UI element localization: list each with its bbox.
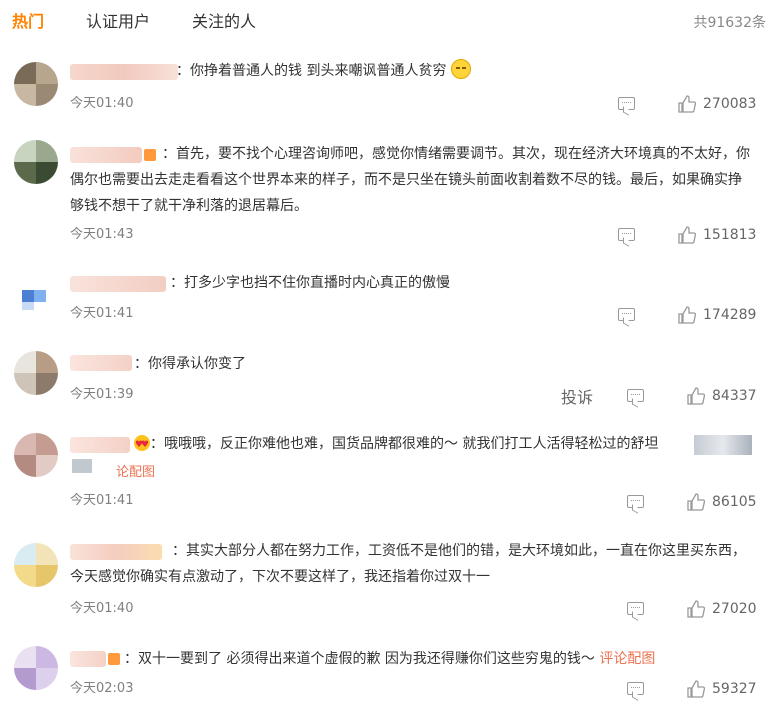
comment-item: ：哦哦哦，反正你难他也难，国货品牌都很难的～ 就我们打工人活得轻松过的舒坦 论配… (0, 425, 778, 520)
comment-text: ：你挣着普通人的钱 到头来嘲讽普通人贫穷 (176, 58, 754, 84)
like-count: 84337 (712, 388, 757, 404)
like-count: 27020 (712, 601, 757, 617)
comment-text: ：哦哦哦，反正你难他也难，国货品牌都很难的～ 就我们打工人活得轻松过的舒坦 (134, 431, 754, 458)
comment-item: ：首先，要不找个心理咨询师吧，感觉你情绪需要调节。其次，现在经济大环境真的不太好… (0, 135, 778, 245)
comment-time: 今天01:41 (70, 306, 134, 321)
avatar[interactable] (14, 433, 58, 477)
blurred-content (694, 435, 752, 455)
comment-time: 今天01:39 (70, 387, 134, 402)
username-blurred[interactable] (70, 64, 178, 80)
comment-time: 今天01:40 (70, 96, 134, 111)
reply-icon[interactable] (618, 308, 635, 321)
comment-item: ：双十一要到了 必须得出来道个虚假的歉 因为我还得赚你们这些穷鬼的钱～ 评论配图… (0, 640, 778, 720)
like-icon[interactable] (687, 600, 705, 618)
reply-icon[interactable] (627, 682, 644, 695)
like-icon[interactable] (687, 387, 705, 405)
comment-text: ：其实大部分人都在努力工作，工资低不是他们的错，是大环境如此，一直在你这里买东西… (70, 543, 746, 585)
comment-tabs: 热门 认证用户 关注的人 共91632条 (0, 0, 778, 40)
tab-following[interactable]: 关注的人 (192, 8, 256, 32)
reply-icon[interactable] (627, 602, 644, 615)
comment-time: 今天01:43 (70, 227, 134, 242)
tab-verified-users[interactable]: 认证用户 (86, 8, 150, 32)
like-count: 174289 (703, 307, 757, 323)
username-blurred[interactable] (70, 651, 106, 667)
comment-text: ：你得承认你变了 (134, 356, 246, 372)
avatar[interactable] (14, 543, 58, 587)
like-count: 59327 (712, 681, 757, 697)
tab-hot[interactable]: 热门 (12, 8, 44, 32)
like-icon[interactable] (687, 493, 705, 511)
reply-icon[interactable] (627, 389, 644, 402)
face-emoji-icon (450, 59, 471, 79)
total-comment-count: 共91632条 (693, 15, 766, 31)
avatar[interactable] (14, 140, 58, 184)
comment-time: 今天01:41 (70, 493, 134, 508)
comment-item: ：其实大部分人都在努力工作，工资低不是他们的错，是大环境如此，一直在你这里买东西… (0, 538, 778, 628)
comment-image-link[interactable]: 评论配图 (599, 651, 655, 667)
like-count: 151813 (703, 227, 757, 243)
blurred-content (72, 459, 92, 473)
comment-item: ：你得承认你变了 今天01:39 投诉 84337 (0, 343, 778, 413)
reply-icon[interactable] (627, 495, 644, 508)
avatar[interactable] (14, 62, 58, 106)
comment-text: ：首先，要不找个心理咨询师吧，感觉你情绪需要调节。其次，现在经济大环境真的不太好… (70, 146, 750, 214)
comment-item: ：打多少字也挡不住你直播时内心真正的傲慢 今天01:41 174289 (0, 262, 778, 332)
like-icon[interactable] (678, 306, 696, 324)
like-icon[interactable] (678, 95, 696, 113)
like-icon[interactable] (687, 680, 705, 698)
comment-time: 今天02:03 (70, 681, 134, 696)
username-blurred[interactable] (70, 276, 166, 292)
comment-text: ：打多少字也挡不住你直播时内心真正的傲慢 (170, 275, 450, 291)
heart-eyes-emoji-icon (134, 432, 150, 458)
username-blurred[interactable] (70, 355, 132, 371)
avatar[interactable] (14, 351, 58, 395)
reply-icon[interactable] (618, 97, 635, 110)
report-button[interactable]: 投诉 (561, 384, 593, 408)
comment-text: ：双十一要到了 必须得出来道个虚假的歉 因为我还得赚你们这些穷鬼的钱～ 评论配图 (124, 651, 656, 667)
avatar[interactable] (14, 646, 58, 690)
comment-image-link[interactable]: 论配图 (116, 461, 155, 480)
comment-item: ：你挣着普通人的钱 到头来嘲讽普通人贫穷 今天01:40 270083 (0, 52, 778, 122)
avatar[interactable] (14, 272, 58, 316)
like-icon[interactable] (678, 226, 696, 244)
like-count: 86105 (712, 494, 757, 510)
verified-badge-icon (108, 653, 120, 665)
like-count: 270083 (703, 96, 757, 112)
username-blurred[interactable] (70, 437, 130, 453)
comment-time: 今天01:40 (70, 601, 134, 616)
reply-icon[interactable] (618, 228, 635, 241)
